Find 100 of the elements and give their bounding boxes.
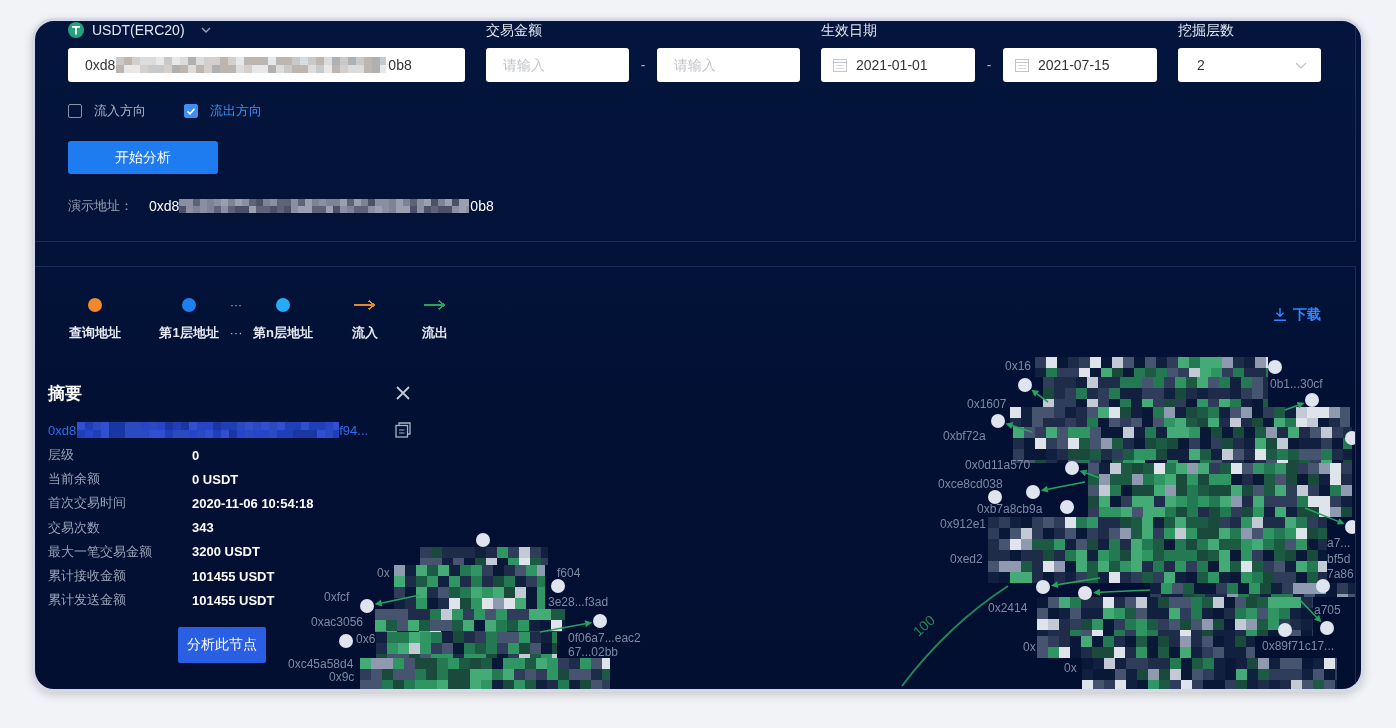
flow-arrow	[1079, 469, 1101, 479]
copy-icon[interactable]	[395, 422, 411, 438]
address-node	[1268, 360, 1282, 374]
min-amount-input[interactable]: 请输入	[486, 48, 629, 82]
asset-dropdown[interactable]: USDT(ERC20)	[68, 22, 211, 38]
range-separator: -	[985, 57, 993, 73]
calendar-icon	[1015, 58, 1029, 72]
address-node	[1278, 623, 1292, 637]
summary-field-label: 层级	[48, 446, 75, 465]
address-node	[1036, 580, 1050, 594]
node-label: 0x0d11a570	[965, 458, 1031, 472]
flow-arrow	[539, 620, 593, 633]
close-icon[interactable]	[396, 386, 410, 400]
depth-select[interactable]: 2	[1178, 48, 1321, 82]
node-label: 0xc45a58d4	[288, 657, 354, 671]
download-link[interactable]: 下载	[1274, 306, 1321, 322]
address-node	[551, 579, 565, 593]
summary-field-value: 3200 USDT	[192, 544, 260, 560]
check-icon	[187, 107, 195, 115]
node-label: 7a86	[1327, 567, 1354, 581]
address-node	[1345, 431, 1355, 445]
node-label: 0xb7a8cb9a	[977, 502, 1043, 516]
summary-field-label: 首次交易时间	[48, 494, 127, 513]
summary-field-label: 累计发送金额	[48, 591, 127, 610]
address-link[interactable]: 0xd8 f94...	[48, 422, 369, 438]
summary-field-value: 0	[192, 447, 200, 463]
legend-label: 查询地址	[69, 326, 121, 340]
node-label: 0f06a7...eac2	[568, 631, 641, 645]
address-node	[1305, 393, 1319, 407]
node-label: 3e28...f3ad	[548, 595, 609, 609]
calendar-icon	[833, 58, 847, 72]
node-label: 0x6	[356, 632, 376, 646]
depth-label: 挖掘层数	[1178, 22, 1234, 38]
address-node	[1316, 579, 1330, 593]
flow-arrow	[1031, 389, 1049, 403]
flow-arrow	[1040, 481, 1086, 493]
legend-label: 流入	[352, 326, 378, 340]
ellipsis-text: ···	[230, 298, 242, 312]
node-label: 0xce8cd038	[938, 477, 1003, 491]
node-label: 0xed2	[950, 552, 983, 566]
summary-field-value: 0 USDT	[192, 471, 239, 487]
node-label: 0xbf72a	[943, 429, 986, 443]
summary-field-value: 2020-11-06 10:54:18	[192, 495, 314, 511]
flow-arrow	[1284, 401, 1305, 411]
date-label: 生效日期	[821, 22, 877, 38]
start-analysis-button[interactable]: 开始分析	[68, 141, 218, 174]
address-node	[991, 414, 1005, 428]
node-label: f604	[557, 566, 581, 580]
node-label: a705	[1314, 603, 1341, 617]
node-label: 0x	[1023, 640, 1036, 654]
node-label: a7...	[1327, 536, 1351, 550]
summary-field-value: 101455 USDT	[192, 592, 275, 608]
summary-field-label: 交易次数	[48, 518, 101, 537]
amount-label: 交易金额	[486, 22, 542, 38]
node-label: 0xfcf	[324, 590, 350, 604]
flow-arrow	[1005, 422, 1033, 433]
node-label: 0x1607	[967, 397, 1007, 411]
max-amount-input[interactable]: 请输入	[657, 48, 800, 82]
address-node	[1065, 461, 1079, 475]
node-label: 0xac3056	[311, 615, 364, 629]
address-node	[476, 533, 490, 547]
node-label: bf5d	[1327, 552, 1351, 566]
summary-field-label: 当前余额	[48, 470, 101, 489]
node-label: 0x	[1064, 661, 1077, 675]
address-node	[1078, 586, 1092, 600]
analyze-node-button[interactable]: 分析此节点	[178, 627, 266, 664]
edge-label: 100	[909, 611, 938, 640]
flow-arrow	[1304, 507, 1345, 525]
range-separator: -	[639, 57, 647, 73]
flow-arrow	[374, 594, 421, 607]
node-label: 0x2414	[988, 601, 1028, 615]
demo-address-start: 0xd8	[149, 198, 180, 214]
demo-address-end: 0b8	[470, 198, 494, 214]
summary-title: 摘要	[48, 382, 82, 405]
end-date-input[interactable]: 2021-07-15	[1003, 48, 1157, 82]
address-node	[360, 599, 374, 613]
node-label: 0x9c	[329, 670, 355, 684]
checkbox-label: 流出方向	[210, 102, 262, 120]
summary-field-value: 101455 USDT	[192, 568, 275, 584]
chevron-down-icon	[1295, 61, 1307, 69]
address-node	[1018, 378, 1032, 392]
checkbox[interactable]	[184, 104, 198, 118]
start-date-input[interactable]: 2021-01-01	[821, 48, 975, 82]
legend-label: ···	[229, 326, 243, 340]
address-node	[1320, 621, 1334, 635]
node-label: 0x	[377, 566, 390, 580]
address-node	[1345, 520, 1355, 534]
legend-label: 第n层地址	[253, 326, 313, 340]
node-label: 0x16	[1005, 359, 1032, 373]
legend-label: 流出	[422, 326, 448, 340]
summary-field-label: 累计接收金额	[48, 567, 127, 586]
address-input[interactable]: 0xd8 0b8	[68, 48, 465, 82]
checkbox[interactable]	[68, 104, 82, 118]
caret-icon	[200, 27, 211, 33]
summary-field-label: 最大一笔交易金额	[48, 542, 153, 561]
node-label: 0b1...30cf	[1270, 377, 1323, 391]
checkbox-label: 流入方向	[94, 102, 146, 120]
address-node	[988, 490, 1002, 504]
address-node	[593, 614, 607, 628]
address-node	[1060, 500, 1074, 514]
